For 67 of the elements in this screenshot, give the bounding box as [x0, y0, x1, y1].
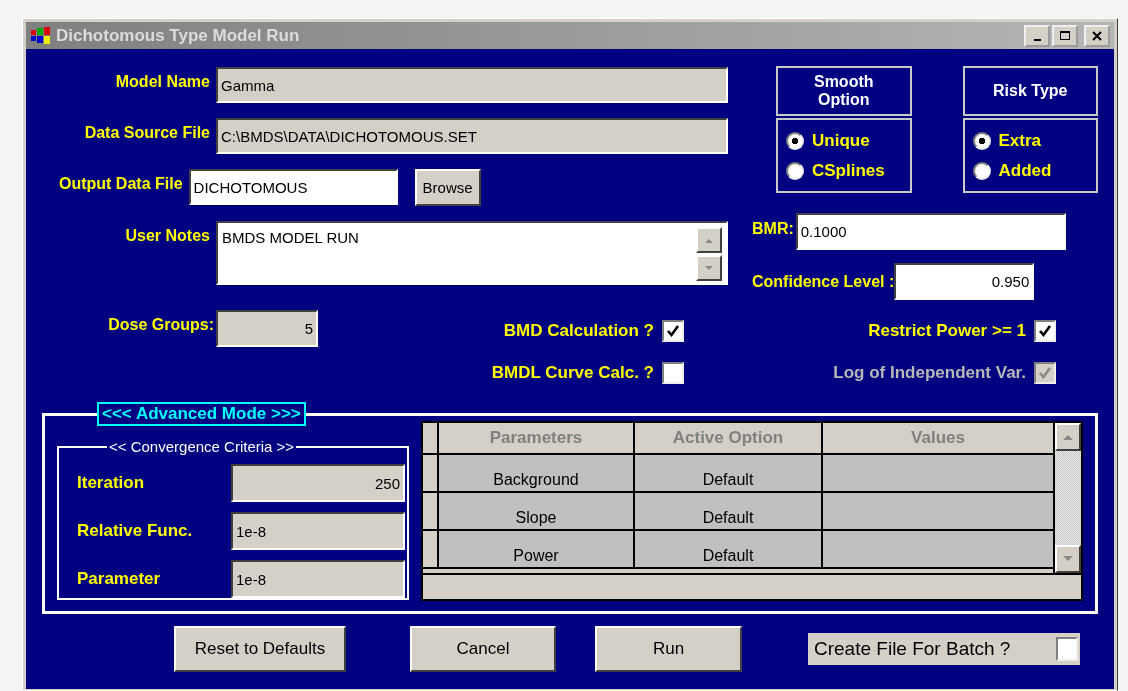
text-field[interactable]: Gamma: [216, 67, 728, 103]
row-header[interactable]: [423, 531, 439, 567]
criteria-label: Iteration: [77, 473, 146, 493]
table-cell[interactable]: Background: [439, 455, 635, 491]
table-cell[interactable]: Power: [439, 531, 635, 567]
criteria-field[interactable]: 1e-8: [231, 512, 405, 550]
criteria-field[interactable]: 250: [231, 464, 405, 502]
dialog-button[interactable]: Cancel: [410, 626, 556, 672]
app-icon: [30, 25, 52, 46]
row-header[interactable]: [423, 493, 439, 529]
notes-text: BMDS MODEL RUN: [222, 229, 360, 248]
checkbox[interactable]: [1034, 320, 1056, 342]
confidence-field[interactable]: 0.950: [894, 263, 1035, 300]
maximize-icon: [1059, 29, 1071, 42]
radio-button[interactable]: [786, 131, 804, 150]
dialog-button[interactable]: Run: [595, 626, 742, 672]
browse-button[interactable]: Browse: [414, 169, 481, 206]
text-field[interactable]: DICHOTOMOUS: [188, 169, 398, 205]
checkbox-label: Log of Independent Var.: [833, 363, 1026, 383]
confidence-label: Confidence Level :: [752, 272, 895, 291]
criteria-field[interactable]: 1e-8: [231, 560, 405, 598]
row-header[interactable]: [423, 455, 439, 491]
dose-groups-field[interactable]: 5: [216, 310, 318, 347]
radio-button[interactable]: [972, 161, 991, 180]
field-label: Output Data File: [59, 174, 184, 193]
close-icon: [1091, 29, 1103, 42]
field-label: Data Source File: [83, 123, 211, 142]
radio-label: Unique: [812, 130, 870, 151]
close-button[interactable]: [1084, 24, 1110, 47]
checkbox[interactable]: [662, 362, 684, 384]
convergence-title: << Convergence Criteria >>: [108, 438, 296, 455]
advanced-mode-title[interactable]: <<< Advanced Mode >>>: [97, 402, 306, 426]
bmr-label: BMR:: [752, 219, 794, 239]
batch-label: Create File For Batch ?: [814, 638, 1011, 660]
notes-field[interactable]: BMDS MODEL RUN: [216, 221, 728, 285]
checkbox-label: BMDL Curve Calc. ?: [491, 363, 654, 383]
bmr-field[interactable]: 0.1000: [795, 213, 1066, 250]
text-field[interactable]: C:\BMDS\DATA\DICHOTOMOUS.SET: [216, 118, 728, 154]
criteria-label: Parameter: [77, 569, 162, 589]
criteria-label: Relative Func.: [77, 521, 194, 541]
radio-button[interactable]: [972, 131, 991, 150]
checkbox[interactable]: [662, 320, 684, 342]
radio-button[interactable]: [786, 161, 804, 180]
dialog-button[interactable]: Reset to Defaults: [174, 626, 346, 672]
table-cell[interactable]: Slope: [439, 493, 635, 529]
group-title: Risk Type: [992, 81, 1069, 101]
radio-label: CSplines: [812, 160, 885, 181]
field-label: Model Name: [114, 72, 211, 91]
window-title: Dichotomous Type Model Run: [56, 25, 300, 46]
checkbox-label: BMD Calculation ?: [503, 321, 654, 341]
check-icon: [665, 323, 681, 339]
table-cell[interactable]: Default: [635, 531, 823, 567]
table-cell[interactable]: Default: [635, 493, 823, 529]
radio-label: Extra: [998, 130, 1042, 151]
maximize-button[interactable]: [1052, 24, 1078, 47]
check-icon: [1037, 323, 1053, 339]
radio-label: Added: [998, 160, 1052, 181]
table-cell[interactable]: Default: [635, 455, 823, 491]
minimize-icon: [1033, 38, 1041, 41]
field-label: User Notes: [124, 226, 211, 245]
dose-groups-label: Dose Groups:: [107, 315, 215, 334]
batch-checkbox[interactable]: Create File For Batch ?: [808, 633, 1080, 665]
group-title: Smooth Option: [812, 72, 875, 110]
check-icon: [1037, 365, 1053, 381]
checkbox-label: Restrict Power >= 1: [868, 321, 1026, 341]
minimize-button[interactable]: [1024, 24, 1050, 47]
checkbox[interactable]: [1056, 637, 1078, 661]
